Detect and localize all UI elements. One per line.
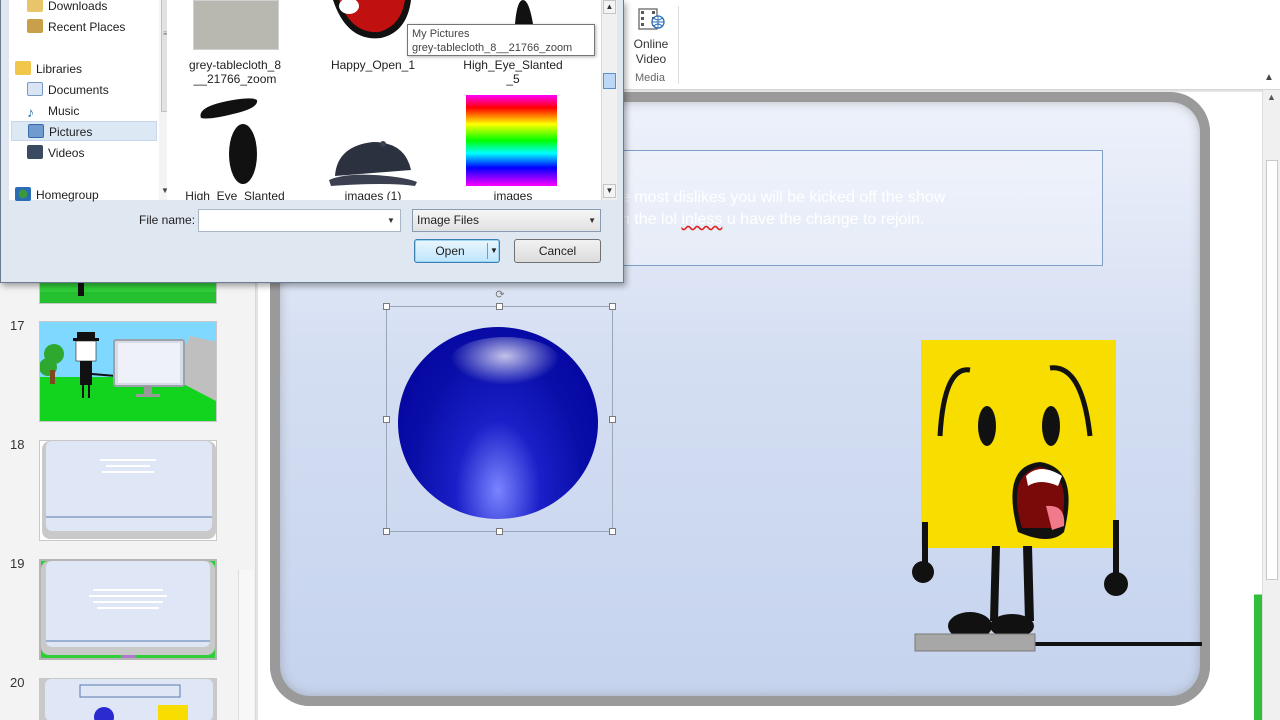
- file-item-high-eye-slanted[interactable]: High_Eye_Slanted: [180, 189, 290, 200]
- file-name-label: File name:: [139, 213, 196, 227]
- recent-places-icon: [27, 19, 43, 33]
- slide-edge-strip: [1254, 92, 1262, 720]
- online-video-label-2: Video: [635, 52, 667, 66]
- online-video-icon: [636, 4, 666, 34]
- file-item-images-1[interactable]: images (1): [318, 189, 428, 200]
- resize-handle-se[interactable]: [609, 528, 616, 535]
- slide-thumbnail-17[interactable]: [39, 321, 217, 422]
- slide-text-part-a: n the lol: [621, 211, 682, 228]
- scroll-up-icon[interactable]: ▲: [603, 0, 616, 14]
- file-thumbnail-high-eye-slanted-5[interactable]: [477, 0, 567, 24]
- file-thumbnail-images[interactable]: [466, 95, 557, 186]
- pictures-icon: [28, 124, 44, 138]
- slide-text-line-1: e most dislikes you will be kicked off t…: [621, 189, 946, 206]
- folder-icon: [27, 0, 43, 12]
- scroll-down-icon[interactable]: ▼: [603, 184, 616, 198]
- file-thumbnail-grey-tablecloth[interactable]: [193, 0, 279, 50]
- file-item-happy-open[interactable]: Happy_Open_1: [318, 58, 428, 72]
- file-type-select[interactable]: Image Files ▼: [412, 209, 601, 232]
- homegroup-icon: [15, 187, 31, 201]
- scroll-thumb[interactable]: [1266, 160, 1278, 580]
- ribbon-separator: [678, 6, 679, 84]
- ribbon-collapse-icon[interactable]: ▲: [1262, 72, 1276, 84]
- ball-highlight: [450, 337, 560, 385]
- rotate-handle-icon[interactable]: ⟳: [494, 289, 506, 301]
- tooltip-filename: grey-tablecloth_8__21766_zoom: [412, 42, 573, 54]
- resize-handle-s[interactable]: [496, 528, 503, 535]
- slide-thumbnail-18[interactable]: [39, 440, 217, 541]
- nav-item-videos[interactable]: Videos: [27, 143, 84, 163]
- slide-text-part-b: u have the change to rejoin.: [722, 211, 925, 228]
- open-options-dropdown-icon[interactable]: ▼: [489, 240, 499, 262]
- file-thumbnail-images-1[interactable]: [327, 136, 419, 188]
- slide-number-19: 19: [10, 556, 25, 571]
- library-icon: [15, 61, 31, 75]
- slide-text-line-2: n the lol inless u have the change to re…: [621, 209, 1092, 231]
- slide-number-18: 18: [10, 437, 25, 452]
- nav-item-recent-places[interactable]: Recent Places: [27, 17, 125, 37]
- misspelled-word: inless: [681, 211, 723, 228]
- slide-text-box[interactable]: e most dislikes you will be kicked off t…: [610, 150, 1103, 266]
- videos-icon: [27, 145, 43, 159]
- online-video-label-1: Online: [633, 37, 669, 51]
- chevron-down-icon: ▼: [588, 216, 596, 225]
- blue-ball-image[interactable]: [398, 327, 598, 519]
- nav-item-downloads[interactable]: Downloads: [27, 0, 107, 16]
- resize-handle-n[interactable]: [496, 303, 503, 310]
- nav-item-documents[interactable]: Documents: [27, 80, 109, 100]
- ribbon: [620, 0, 1280, 90]
- nav-item-pictures[interactable]: Pictures: [11, 121, 157, 141]
- slide-number-20: 20: [10, 675, 25, 690]
- main-vertical-scrollbar[interactable]: ▲: [1262, 90, 1280, 720]
- file-item-high-eye-slanted-5[interactable]: High_Eye_Slanted _5: [458, 58, 568, 86]
- file-item-grey-tablecloth[interactable]: grey-tablecloth_8 __21766_zoom: [180, 58, 290, 86]
- media-group-label: Media: [635, 72, 665, 84]
- file-type-value: Image Files: [417, 213, 480, 227]
- open-button-label: Open: [435, 244, 465, 258]
- open-button[interactable]: Open ▼: [414, 239, 500, 263]
- scroll-up-icon[interactable]: ▲: [1265, 92, 1278, 105]
- split-divider: [487, 243, 488, 259]
- music-icon: ♪: [27, 104, 34, 120]
- online-video-button[interactable]: Online Video: [630, 4, 672, 67]
- cancel-button[interactable]: Cancel: [514, 239, 601, 263]
- resize-handle-w[interactable]: [383, 416, 390, 423]
- file-thumbnail-high-eye-slanted[interactable]: [193, 94, 279, 186]
- slide-number-17: 17: [10, 318, 25, 333]
- file-scroll-thumb[interactable]: [603, 73, 616, 89]
- documents-icon: [27, 82, 43, 96]
- nav-item-libraries[interactable]: Libraries: [15, 59, 82, 79]
- resize-handle-e[interactable]: [609, 416, 616, 423]
- thumbnail-scrollbar[interactable]: [238, 570, 254, 720]
- navigation-pane: Downloads Recent Places Libraries Docume…: [9, 0, 173, 202]
- file-list-scrollbar[interactable]: ▲ ▼: [601, 0, 617, 200]
- slide-thumbnail-20[interactable]: [39, 678, 217, 720]
- chevron-down-icon[interactable]: ▼: [384, 212, 398, 229]
- tooltip-folder: My Pictures: [412, 28, 470, 40]
- resize-handle-nw[interactable]: [383, 303, 390, 310]
- open-file-dialog: Downloads Recent Places Libraries Docume…: [0, 0, 624, 283]
- file-name-input[interactable]: [198, 209, 401, 232]
- resize-handle-ne[interactable]: [609, 303, 616, 310]
- file-thumbnail-happy-open[interactable]: [327, 0, 417, 50]
- nav-item-music[interactable]: ♪ Music: [27, 101, 79, 121]
- file-item-images[interactable]: images: [458, 189, 568, 200]
- file-tooltip: My Pictures grey-tablecloth_8__21766_zoo…: [407, 24, 595, 56]
- yellow-square-character[interactable]: [900, 336, 1210, 656]
- resize-handle-sw[interactable]: [383, 528, 390, 535]
- slide-thumbnail-19[interactable]: [39, 559, 217, 660]
- nav-item-homegroup[interactable]: Homegroup: [15, 185, 99, 205]
